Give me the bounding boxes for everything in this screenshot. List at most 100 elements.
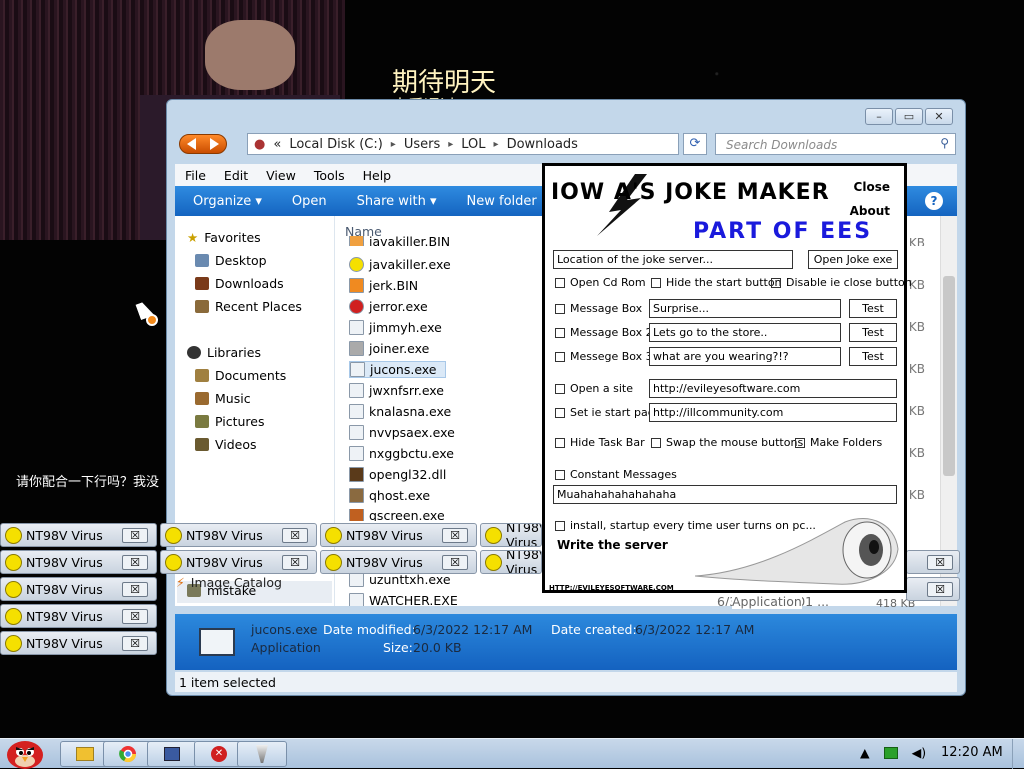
swap-mouse-checkbox[interactable]: Swap the mouse buttons [651,436,803,449]
hide-taskbar-checkbox[interactable]: Hide Task Bar [555,436,645,449]
list-item[interactable]: jerror.exe [349,299,428,314]
nav-desktop[interactable]: Desktop [195,253,267,268]
menu-edit[interactable]: Edit [224,168,248,183]
set-start-page-checkbox[interactable]: Set ie start page [555,406,661,419]
list-item[interactable]: javakiller.BIN [349,236,450,246]
organize-button[interactable]: Organize ▾ [193,194,262,209]
list-item[interactable]: knalasna.exe [349,404,451,419]
address-bar[interactable]: ● « Local Disk (C:) ▸ Users ▸ LOL ▸ Downloa… [247,133,679,155]
nav-libraries[interactable]: Libraries [187,345,261,360]
list-item[interactable]: qhost.exe [349,488,430,503]
taskbar-app-window[interactable] [147,741,197,767]
virus-popup[interactable]: NT98V Virus ☒ [0,631,157,655]
test-button-2[interactable]: Test [849,323,897,342]
list-item[interactable]: jwxnfsrr.exe [349,383,444,398]
virus-popup[interactable]: NT98V Virus ☒ [0,604,157,628]
scrollbar-thumb[interactable] [943,276,955,476]
vertical-scrollbar[interactable] [940,216,957,606]
popup-close-button[interactable]: ☒ [927,582,953,597]
list-item[interactable]: uzunttxh.exe [349,572,451,587]
message-box-2-field[interactable]: Lets go to the store.. [649,323,841,342]
popup-close-button[interactable]: ☒ [122,555,148,570]
virus-popup[interactable]: NT98V Virus ☒ [0,577,157,601]
back-forward-buttons[interactable] [179,134,227,154]
minimize-button[interactable]: – [865,108,893,125]
nav-favorites[interactable]: ★ Favorites [187,230,261,245]
refresh-icon[interactable]: ⟳ [683,133,707,155]
nav-documents[interactable]: Documents [195,368,286,383]
message-box-1-field[interactable]: Surprise... [649,299,841,318]
nav-image-catalog[interactable]: ⚡ Image Catalog [176,575,282,590]
popup-close-button[interactable]: ☒ [122,528,148,543]
popup-close-button[interactable]: ☒ [122,609,148,624]
popup-close-button[interactable]: ☒ [122,636,148,651]
list-item[interactable]: jerk.BIN [349,278,418,293]
open-button[interactable]: Open [292,194,327,209]
hide-start-button-checkbox[interactable]: Hide the start button [651,276,782,289]
list-item[interactable]: WATCHER.EXE [349,593,458,606]
write-server-button[interactable]: Write the server [557,538,668,552]
new-folder-button[interactable]: New folder [467,194,537,209]
popup-close-button[interactable]: ☒ [442,528,468,543]
virus-popup-edge[interactable]: ☒ [906,550,960,574]
virus-popup[interactable]: NT98V Virus ☒ [160,550,317,574]
crumb-users[interactable]: Users [404,137,440,152]
open-site-field[interactable]: http://evileyesoftware.com [649,379,897,398]
menu-view[interactable]: View [266,168,296,183]
menu-tools[interactable]: Tools [314,168,345,183]
virus-popup[interactable]: NT98V Virus ☒ [160,523,317,547]
show-desktop-button[interactable] [1012,739,1024,769]
crumb-downloads[interactable]: Downloads [507,137,578,152]
popup-close-button[interactable]: ☒ [282,555,308,570]
popup-close-button[interactable]: ☒ [927,555,953,570]
close-button[interactable]: ✕ [925,108,953,125]
search-input[interactable]: Search Downloads ⚲ [715,133,956,155]
list-item[interactable]: qscreen.exe [349,509,445,521]
back-icon[interactable] [187,138,196,150]
list-item[interactable]: nxggbctu.exe [349,446,454,461]
list-item[interactable]: opengl32.dll [349,467,446,482]
list-item[interactable]: jimmyh.exe [349,320,442,335]
open-site-checkbox[interactable]: Open a site [555,382,633,395]
open-joke-exe-button[interactable]: Open Joke exe [808,250,898,269]
test-button-1[interactable]: Test [849,299,897,318]
message-box-1-checkbox[interactable]: Message Box [555,302,642,315]
clock[interactable]: 12:20 AM [941,745,1003,760]
joke-about-link[interactable]: About [850,204,890,218]
make-folders-checkbox[interactable]: Make Folders [795,436,882,449]
list-item-selected[interactable]: jucons.exe [349,361,446,378]
menu-file[interactable]: File [185,168,206,183]
virus-popup[interactable]: NT98V Virus [480,523,542,547]
maximize-button[interactable]: ▭ [895,108,923,125]
virus-popup[interactable]: NT98V Virus ☒ [320,523,477,547]
list-item[interactable]: javakiller.exe [349,257,451,272]
nav-pictures[interactable]: Pictures [195,414,265,429]
menu-help[interactable]: Help [363,168,392,183]
popup-close-button[interactable]: ☒ [122,582,148,597]
crumb-lol[interactable]: LOL [461,137,485,152]
virus-popup[interactable]: NT98V Virus ☒ [0,523,157,547]
virus-popup[interactable]: NT98V Virus [480,550,542,574]
forward-icon[interactable] [210,138,219,150]
nav-music[interactable]: Music [195,391,251,406]
network-icon[interactable] [883,746,898,759]
virus-popup[interactable]: NT98V Virus ☒ [320,550,477,574]
disable-ie-close-checkbox[interactable]: Disable ie close button [771,276,912,289]
show-hidden-icons-arrow-icon[interactable]: ▲ [860,745,870,760]
start-button-angry-bird-icon[interactable] [4,733,46,769]
taskbar-chrome[interactable] [103,741,153,767]
joke-server-location-field[interactable]: Location of the joke server... [553,250,793,269]
nav-downloads[interactable]: Downloads [195,276,284,291]
volume-icon[interactable]: ◀) [912,745,927,760]
taskbar-joke-maker[interactable] [237,741,287,767]
start-page-field[interactable]: http://illcommunity.com [649,403,897,422]
constant-messages-field[interactable]: Muahahahahahahaha [553,485,897,504]
nav-recent-places[interactable]: Recent Places [195,299,302,314]
share-with-button[interactable]: Share with ▾ [357,194,437,209]
joke-close-link[interactable]: Close [854,180,890,194]
address-overflow-chevron[interactable]: « [273,137,281,152]
virus-popup[interactable]: NT98V Virus ☒ [0,550,157,574]
constant-messages-checkbox[interactable]: Constant Messages [555,468,677,481]
message-box-2-checkbox[interactable]: Message Box 2 [555,326,653,339]
message-box-3-checkbox[interactable]: Messege Box 3 [555,350,653,363]
